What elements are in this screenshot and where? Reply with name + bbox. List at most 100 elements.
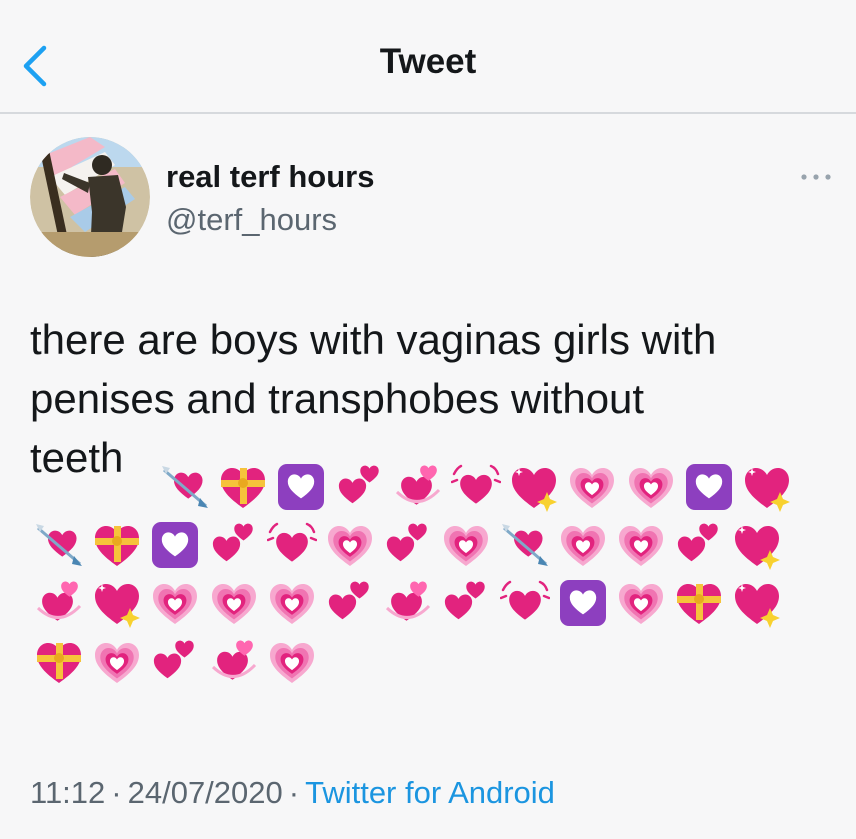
author-handle[interactable]: @terf_hours xyxy=(166,202,337,238)
two-hearts-icon xyxy=(387,523,427,562)
avatar[interactable] xyxy=(30,137,150,257)
sparkling-heart-emoji xyxy=(742,462,792,512)
beating-heart-emoji xyxy=(450,462,502,512)
sparkling-heart-emoji xyxy=(509,462,559,512)
white-heart-square-icon xyxy=(559,580,606,626)
growing-heart-icon xyxy=(95,643,140,683)
sparkling-heart-emoji xyxy=(92,578,142,628)
heart-with-arrow-icon xyxy=(501,524,548,566)
heart-with-ribbon-icon xyxy=(221,468,266,508)
heart-with-ribbon-emoji xyxy=(34,637,84,687)
growing-heart-emoji xyxy=(626,462,676,512)
beating-heart-icon xyxy=(450,464,502,504)
top-nav-bar: Tweet xyxy=(0,0,856,114)
beating-heart-icon xyxy=(266,522,318,562)
white-heart-square-icon xyxy=(685,464,732,510)
tweet-text-line: there are boys with vaginas girls with xyxy=(30,316,717,363)
beating-heart-emoji xyxy=(266,520,318,570)
two-hearts-icon xyxy=(678,523,718,562)
tweet-date: 24/07/2020 xyxy=(127,775,283,810)
emoji-row xyxy=(0,576,800,635)
heart-with-ribbon-emoji xyxy=(92,520,142,570)
white-heart-square-icon xyxy=(152,522,199,568)
white-heart-square-emoji xyxy=(150,520,200,570)
heart-with-arrow-icon xyxy=(36,524,82,566)
growing-heart-emoji xyxy=(616,520,666,570)
two-hearts-emoji xyxy=(441,578,491,628)
growing-heart-emoji xyxy=(616,578,666,628)
sparkling-heart-emoji xyxy=(732,520,782,570)
white-heart-square-emoji xyxy=(684,462,734,512)
heart-with-ribbon-emoji xyxy=(674,578,724,628)
revolving-hearts-icon xyxy=(386,581,431,621)
sparkling-heart-icon xyxy=(512,468,558,512)
two-hearts-emoji xyxy=(335,462,385,512)
growing-heart-icon xyxy=(269,584,314,624)
author-name[interactable]: real terf hours xyxy=(166,159,374,195)
two-hearts-emoji xyxy=(383,520,433,570)
two-hearts-icon xyxy=(154,640,195,679)
meta-separator: · xyxy=(288,775,300,810)
page-title: Tweet xyxy=(379,42,477,81)
tweet-source-link[interactable]: Twitter for Android xyxy=(305,775,555,810)
heart-with-ribbon-icon xyxy=(677,584,722,624)
two-hearts-emoji xyxy=(150,637,200,687)
emoji-row xyxy=(0,518,800,577)
tweet-text-line: penises and transphobes without xyxy=(30,375,645,422)
two-hearts-icon xyxy=(212,523,253,562)
tweet-time: 11:12 xyxy=(30,775,106,810)
emoji-row xyxy=(0,460,800,519)
growing-heart-icon xyxy=(211,584,256,624)
growing-heart-icon xyxy=(328,526,372,566)
revolving-hearts-emoji xyxy=(209,637,259,687)
white-heart-square-emoji xyxy=(276,462,326,512)
white-heart-square-icon xyxy=(278,464,325,510)
heart-with-arrow-icon xyxy=(162,466,208,508)
more-dots-icon xyxy=(801,174,831,180)
two-hearts-emoji xyxy=(209,520,259,570)
sparkling-heart-icon xyxy=(735,526,781,570)
beating-heart-icon xyxy=(499,580,550,620)
revolving-hearts-emoji xyxy=(383,578,433,628)
growing-heart-icon xyxy=(619,526,663,566)
growing-heart-emoji xyxy=(92,637,142,687)
two-hearts-icon xyxy=(338,465,379,504)
two-hearts-icon xyxy=(328,581,369,620)
growing-heart-icon xyxy=(570,468,615,508)
growing-heart-emoji xyxy=(150,578,200,628)
growing-heart-emoji xyxy=(567,462,617,512)
meta-separator: · xyxy=(111,775,122,810)
growing-heart-emoji xyxy=(209,578,259,628)
revolving-hearts-emoji xyxy=(393,462,443,512)
growing-heart-emoji xyxy=(267,637,317,687)
growing-heart-icon xyxy=(153,584,198,624)
heart-with-arrow-emoji xyxy=(500,520,550,570)
heart-with-ribbon-icon xyxy=(95,526,140,566)
heart-with-ribbon-emoji xyxy=(218,462,268,512)
growing-heart-icon xyxy=(619,584,663,624)
revolving-hearts-icon xyxy=(395,465,440,505)
revolving-hearts-emoji xyxy=(34,578,84,628)
more-options-button[interactable] xyxy=(798,167,834,187)
two-hearts-icon xyxy=(445,581,486,620)
two-hearts-emoji xyxy=(674,520,724,570)
heart-with-ribbon-icon xyxy=(37,643,81,683)
heart-with-arrow-emoji xyxy=(34,520,84,570)
growing-heart-icon xyxy=(560,526,605,566)
growing-heart-icon xyxy=(628,468,673,508)
growing-heart-icon xyxy=(444,526,489,566)
revolving-hearts-icon xyxy=(211,640,256,680)
sparkling-heart-icon xyxy=(745,468,790,512)
growing-heart-emoji xyxy=(558,520,608,570)
emoji-row xyxy=(0,635,800,694)
sparkling-heart-icon xyxy=(735,584,781,628)
beating-heart-emoji xyxy=(499,578,550,628)
heart-with-arrow-emoji xyxy=(160,462,210,512)
growing-heart-emoji xyxy=(267,578,317,628)
growing-heart-icon xyxy=(269,643,314,683)
growing-heart-emoji xyxy=(441,520,491,570)
sparkling-heart-icon xyxy=(95,584,141,628)
tweet-author: real terf hours @terf_hours xyxy=(30,137,856,259)
sparkling-heart-emoji xyxy=(732,578,782,628)
profile-photo xyxy=(30,137,150,257)
